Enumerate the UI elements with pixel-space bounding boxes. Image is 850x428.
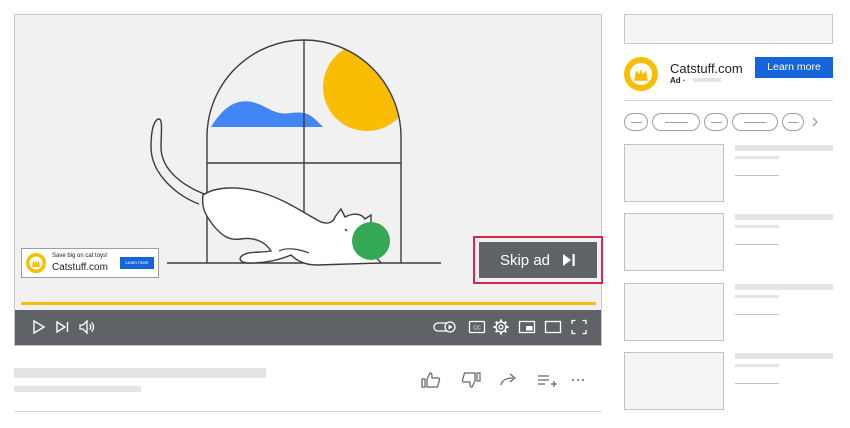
video-meta-line <box>735 314 779 315</box>
ad-progress-bar[interactable] <box>21 302 596 305</box>
cat-illustration <box>150 118 383 266</box>
filter-chip[interactable] <box>652 113 700 131</box>
miniplayer-icon[interactable] <box>517 317 537 337</box>
skip-next-icon <box>563 254 575 266</box>
divider <box>14 411 602 412</box>
autoplay-toggle-icon[interactable] <box>433 317 457 337</box>
fullscreen-icon[interactable] <box>569 317 589 337</box>
video-title-placeholder <box>735 145 833 151</box>
video-thumbnail[interactable] <box>624 144 724 202</box>
video-title-placeholder <box>735 284 833 290</box>
like-icon[interactable] <box>420 371 442 389</box>
catstuff-logo-icon <box>624 57 658 91</box>
more-options-icon[interactable] <box>568 371 590 389</box>
video-meta-line <box>735 244 779 245</box>
skip-ad-button[interactable]: Skip ad <box>479 242 597 278</box>
closed-captions-icon[interactable]: CC <box>467 317 487 337</box>
filter-chip[interactable] <box>704 113 728 131</box>
catstuff-logo-icon <box>26 253 46 273</box>
play-icon[interactable] <box>29 317 49 337</box>
ball-illustration <box>352 222 390 260</box>
video-title-placeholder <box>735 214 833 220</box>
player-controls: CC <box>15 310 601 345</box>
channel-placeholder <box>14 386 141 392</box>
settings-gear-icon[interactable] <box>491 317 511 337</box>
video-thumbnail[interactable] <box>624 352 724 410</box>
video-meta-placeholder <box>735 295 779 298</box>
video-meta-line <box>735 175 779 176</box>
video-title-placeholder <box>14 368 266 378</box>
overlay-ad-message: Save big on cat toys! <box>52 253 108 259</box>
volume-icon[interactable] <box>77 317 97 337</box>
filter-chip[interactable] <box>624 113 648 131</box>
video-meta-placeholder <box>735 156 779 159</box>
filter-chip[interactable] <box>782 113 804 131</box>
video-thumbnail[interactable] <box>624 213 724 271</box>
svg-text:CC: CC <box>473 325 481 331</box>
chevron-right-icon[interactable] <box>810 116 820 128</box>
divider <box>624 100 833 101</box>
sidebar-ad-site: Catstuff.com <box>670 61 743 76</box>
ad-badge: Ad · <box>670 76 686 85</box>
overlay-learn-more-button[interactable]: Learn more <box>120 257 154 269</box>
share-icon[interactable] <box>498 371 520 389</box>
sidebar-banner-placeholder <box>624 14 833 44</box>
video-meta-placeholder <box>735 225 779 228</box>
overlay-ad-banner[interactable]: Save big on cat toys! Catstuff.com Learn… <box>21 248 159 278</box>
filter-chip[interactable] <box>732 113 778 131</box>
video-thumbnail[interactable] <box>624 283 724 341</box>
skip-ad-label: Skip ad <box>499 251 551 269</box>
overlay-ad-site: Catstuff.com <box>52 262 108 273</box>
video-meta-placeholder <box>735 364 779 367</box>
dislike-icon[interactable] <box>460 371 482 389</box>
video-player[interactable]: Save big on cat toys! Catstuff.com Learn… <box>14 14 603 346</box>
video-meta-line <box>735 383 779 384</box>
theater-mode-icon[interactable] <box>543 317 563 337</box>
ad-url-placeholder <box>693 78 721 82</box>
learn-more-button[interactable]: Learn more <box>755 57 833 78</box>
save-to-playlist-icon[interactable] <box>536 371 558 389</box>
next-icon[interactable] <box>53 317 73 337</box>
video-title-placeholder <box>735 353 833 359</box>
